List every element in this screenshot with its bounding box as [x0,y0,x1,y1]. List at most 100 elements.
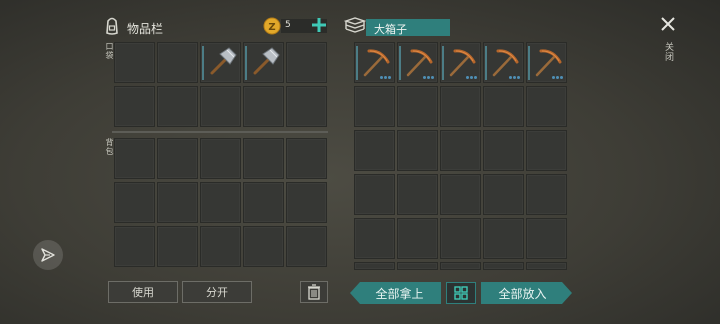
chest-slot[interactable] [397,42,438,83]
chest-slot[interactable] [354,218,395,259]
chest-slot[interactable] [440,130,481,171]
coin-counter: Z 5 [263,17,329,35]
coin-icon: Z [263,17,281,35]
pickaxe-icon [406,49,433,77]
split-button[interactable]: 分开 [182,281,252,303]
durability-bar [528,46,530,80]
quality-dots [552,76,563,79]
hammer-icon [210,47,237,75]
books-icon [344,17,366,33]
pocket-slot[interactable] [200,86,241,127]
backpack-slot[interactable] [114,138,155,179]
pocket-slot[interactable] [114,42,155,83]
chest-slot[interactable] [354,130,395,171]
chest-slot[interactable] [526,86,567,127]
durability-bar [442,46,444,80]
pickaxe-icon [363,49,390,77]
inventory-header: 物品栏 [102,16,202,38]
add-coins-button[interactable] [311,17,327,33]
take-all-button[interactable]: 全部拿上 [350,282,441,304]
split-button-label: 分开 [206,286,228,299]
chest-slot[interactable] [483,86,524,127]
quality-dots [380,76,391,79]
pickaxe-icon [492,49,519,77]
durability-bar [399,46,401,80]
chest-slot[interactable] [440,218,481,259]
pocket-slot[interactable] [286,42,327,83]
pocket-slot[interactable] [200,42,241,83]
coin-count: 5 [285,20,291,30]
chest-slot[interactable] [354,42,395,83]
backpack-slot[interactable] [286,182,327,223]
chest-slot[interactable] [354,174,395,215]
chest-slot[interactable] [397,174,438,215]
close-button[interactable]: 关闭 [658,14,678,68]
backpack-slot[interactable] [114,226,155,267]
backpack-slot[interactable] [200,182,241,223]
chest-slot[interactable] [526,262,567,270]
trash-button[interactable] [300,281,328,303]
chest-slot[interactable] [440,86,481,127]
use-button-label: 使用 [132,286,154,299]
chest-slot[interactable] [440,262,481,270]
chest-slot[interactable] [440,42,481,83]
pocket-slot[interactable] [243,86,284,127]
chest-slot[interactable] [397,262,438,270]
chest-slot[interactable] [354,262,395,270]
pocket-slot[interactable] [286,86,327,127]
durability-bar [202,46,204,80]
backpack-slot[interactable] [286,226,327,267]
backpack-slot[interactable] [157,182,198,223]
sort-button[interactable] [446,282,476,304]
quality-dots [466,76,477,79]
durability-bar [356,46,358,80]
quality-dots [423,76,434,79]
close-label: 关闭 [663,42,673,62]
backpack-slot[interactable] [243,226,284,267]
chest-slot[interactable] [526,174,567,215]
chest-slot[interactable] [483,218,524,259]
pocket-slot[interactable] [243,42,284,83]
quality-dots [509,76,520,79]
backpack-slot[interactable] [157,138,198,179]
pocket-divider [112,131,328,133]
chest-slot[interactable] [397,218,438,259]
chest-slot[interactable] [483,42,524,83]
chest-slot[interactable] [526,42,567,83]
use-button[interactable]: 使用 [108,281,178,303]
send-icon [41,248,55,262]
trash-icon [308,284,320,300]
pocket-slot[interactable] [114,86,155,127]
chest-slot[interactable] [397,130,438,171]
chest-slot[interactable] [526,218,567,259]
put-all-button[interactable]: 全部放入 [481,282,572,304]
backpack-slot[interactable] [243,138,284,179]
chest-slot[interactable] [397,86,438,127]
backpack-slot[interactable] [243,182,284,223]
sort-grid-icon [454,286,468,300]
svg-text:Z: Z [268,22,275,33]
chest-title: 大箱子 [374,23,407,36]
backpack-slot[interactable] [157,226,198,267]
chest-slot[interactable] [440,174,481,215]
chest-slot[interactable] [483,130,524,171]
durability-bar [245,46,247,80]
chest-slot[interactable] [483,174,524,215]
chest-slot[interactable] [526,130,567,171]
pocket-slot[interactable] [157,86,198,127]
pocket-slot[interactable] [157,42,198,83]
chest-slot[interactable] [354,86,395,127]
backpack-slot[interactable] [286,138,327,179]
put-all-label: 全部放入 [498,286,547,301]
pickaxe-icon [535,49,562,77]
backpack-icon [106,17,118,35]
backpack-slot[interactable] [114,182,155,223]
chest-slot[interactable] [483,262,524,270]
backpack-slot[interactable] [200,138,241,179]
inventory-title: 物品栏 [127,22,164,36]
send-button[interactable] [33,240,63,270]
hammer-icon [253,47,280,75]
close-icon [661,17,675,31]
backpack-slot[interactable] [200,226,241,267]
durability-bar [485,46,487,80]
